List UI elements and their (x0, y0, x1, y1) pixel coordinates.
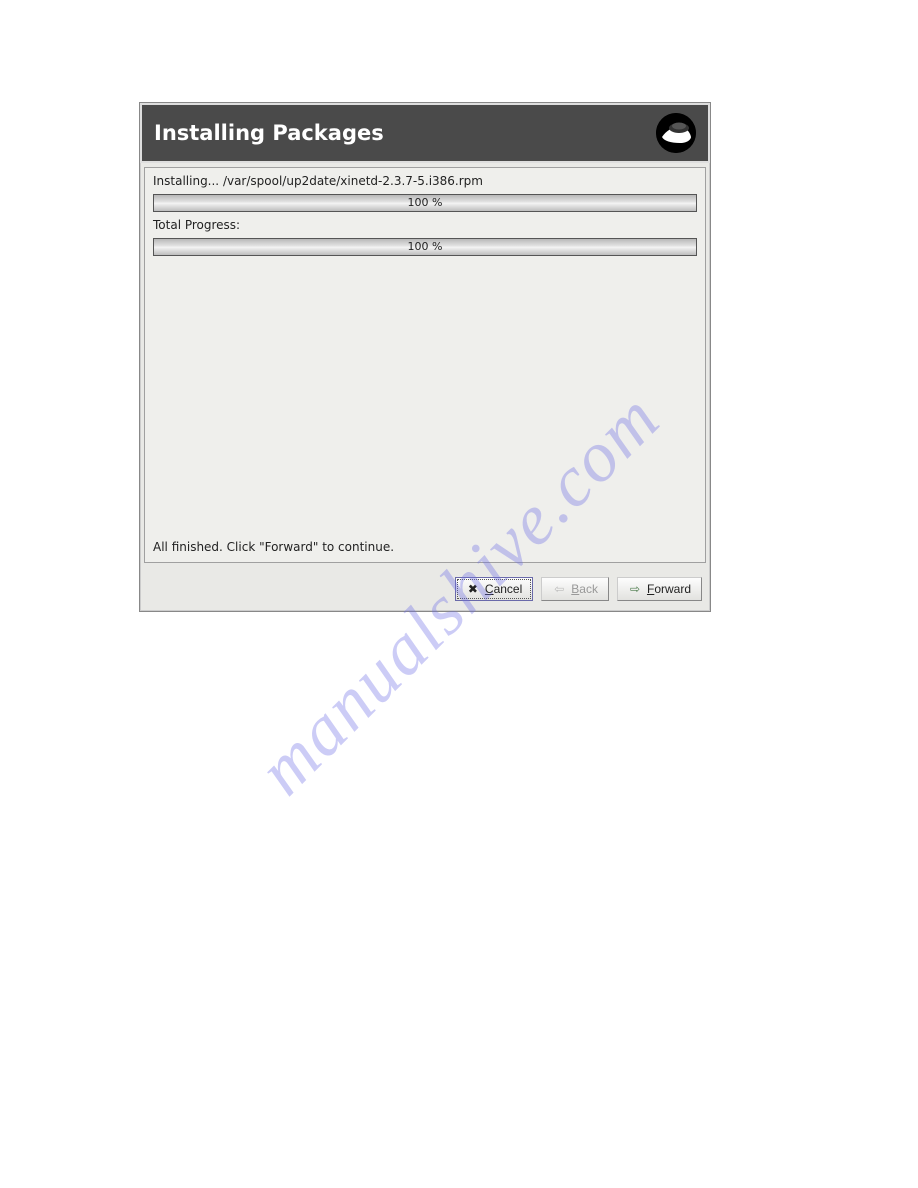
package-progress-bar: 100 % (153, 194, 697, 212)
dialog-title: Installing Packages (154, 121, 384, 145)
cancel-icon: ✖ (466, 582, 480, 596)
total-progress-label: Total Progress: (153, 218, 697, 232)
current-package-label: Installing... /var/spool/up2date/xinetd-… (153, 174, 697, 188)
back-arrow-icon: ⇦ (552, 582, 566, 596)
total-progress-bar: 100 % (153, 238, 697, 256)
back-button[interactable]: ⇦ Back (541, 577, 609, 601)
dialog-header: Installing Packages (140, 103, 710, 163)
total-progress-text: 100 % (154, 239, 696, 255)
content-panel: Installing... /var/spool/up2date/xinetd-… (144, 167, 706, 563)
finished-message: All finished. Click "Forward" to continu… (153, 540, 394, 554)
redhat-shadowman-icon (656, 113, 696, 153)
cancel-button[interactable]: ✖ Cancel (455, 577, 533, 601)
forward-arrow-icon: ⇨ (628, 582, 642, 596)
package-progress-text: 100 % (154, 195, 696, 211)
forward-button[interactable]: ⇨ Forward (617, 577, 702, 601)
installing-packages-dialog: Installing Packages Installing... /var/s… (139, 102, 711, 612)
dialog-button-row: ✖ Cancel ⇦ Back ⇨ Forward (140, 567, 710, 611)
